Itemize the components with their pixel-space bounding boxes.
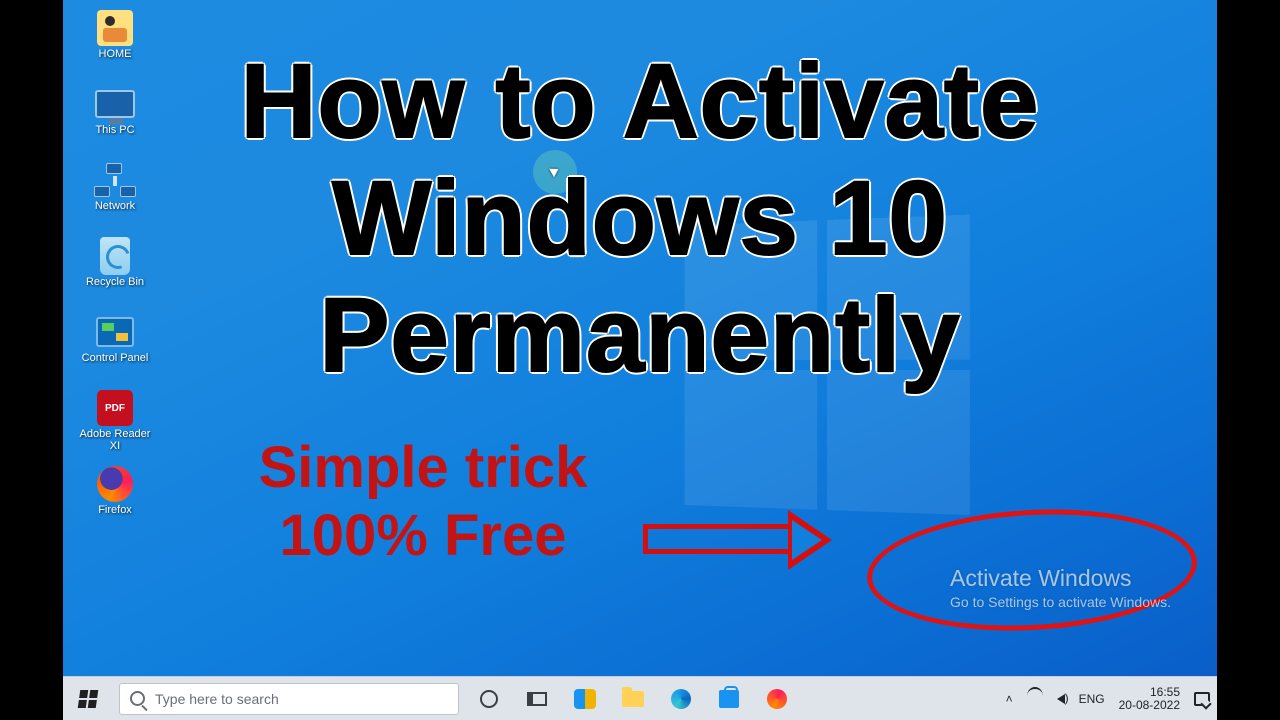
- cortana-icon: [480, 690, 498, 708]
- search-icon: [130, 691, 145, 706]
- activation-watermark: Activate Windows Go to Settings to activ…: [950, 565, 1171, 610]
- system-tray: ˄ ENG 16:55 20-08-2022: [999, 677, 1217, 720]
- microsoft-store-button[interactable]: [705, 677, 753, 720]
- cortana-button[interactable]: [465, 677, 513, 720]
- start-button[interactable]: [63, 677, 113, 720]
- action-center-icon: [1194, 692, 1210, 706]
- firefox-icon: [97, 466, 133, 502]
- user-folder-icon: [97, 10, 133, 46]
- thumbnail-title-line-2: Windows 10: [63, 165, 1217, 272]
- watermark-subtitle: Go to Settings to activate Windows.: [950, 594, 1171, 610]
- store-icon: [719, 690, 739, 708]
- chevron-up-icon: ˄: [1006, 692, 1013, 706]
- tray-language-button[interactable]: ENG: [1072, 677, 1112, 720]
- taskbar-pinned-apps: [465, 677, 801, 720]
- icon-label: Firefox: [98, 504, 132, 516]
- news-widget-button[interactable]: [561, 677, 609, 720]
- letterbox-stage: HOME This PC Network Recycle Bin Control…: [0, 0, 1280, 720]
- windows-desktop[interactable]: HOME This PC Network Recycle Bin Control…: [63, 0, 1217, 720]
- search-placeholder-text: Type here to search: [155, 691, 279, 707]
- firefox-taskbar-button[interactable]: [753, 677, 801, 720]
- task-view-icon: [527, 692, 547, 706]
- tray-clock-button[interactable]: 16:55 20-08-2022: [1112, 677, 1187, 720]
- firefox-icon: [767, 689, 787, 709]
- clock-time: 16:55: [1119, 686, 1180, 699]
- file-explorer-button[interactable]: [609, 677, 657, 720]
- wifi-icon: [1027, 693, 1043, 705]
- edge-icon: [671, 689, 691, 709]
- action-center-button[interactable]: [1187, 677, 1217, 720]
- red-arrow-icon: [643, 512, 863, 568]
- taskbar: Type here to search ˄ ENG 16:55: [63, 676, 1217, 720]
- adobe-reader-icon: PDF: [97, 390, 133, 426]
- tray-overflow-button[interactable]: ˄: [999, 677, 1020, 720]
- taskbar-search-box[interactable]: Type here to search: [119, 683, 459, 715]
- thumbnail-subtitle-line-1: Simple trick: [143, 438, 703, 499]
- task-view-button[interactable]: [513, 677, 561, 720]
- language-label: ENG: [1079, 693, 1105, 705]
- edge-button[interactable]: [657, 677, 705, 720]
- thumbnail-title-line-1: How to Activate: [63, 48, 1217, 155]
- tray-volume-button[interactable]: [1050, 677, 1072, 720]
- tray-network-button[interactable]: [1020, 677, 1050, 720]
- speaker-icon: [1057, 694, 1065, 704]
- clock-date: 20-08-2022: [1119, 699, 1180, 712]
- thumbnail-subtitle-line-2: 100% Free: [143, 506, 703, 567]
- file-explorer-icon: [622, 691, 644, 707]
- windows-start-icon: [78, 690, 99, 708]
- thumbnail-title-line-3: Permanently: [63, 282, 1217, 389]
- news-icon: [574, 689, 596, 709]
- watermark-title: Activate Windows: [950, 565, 1171, 592]
